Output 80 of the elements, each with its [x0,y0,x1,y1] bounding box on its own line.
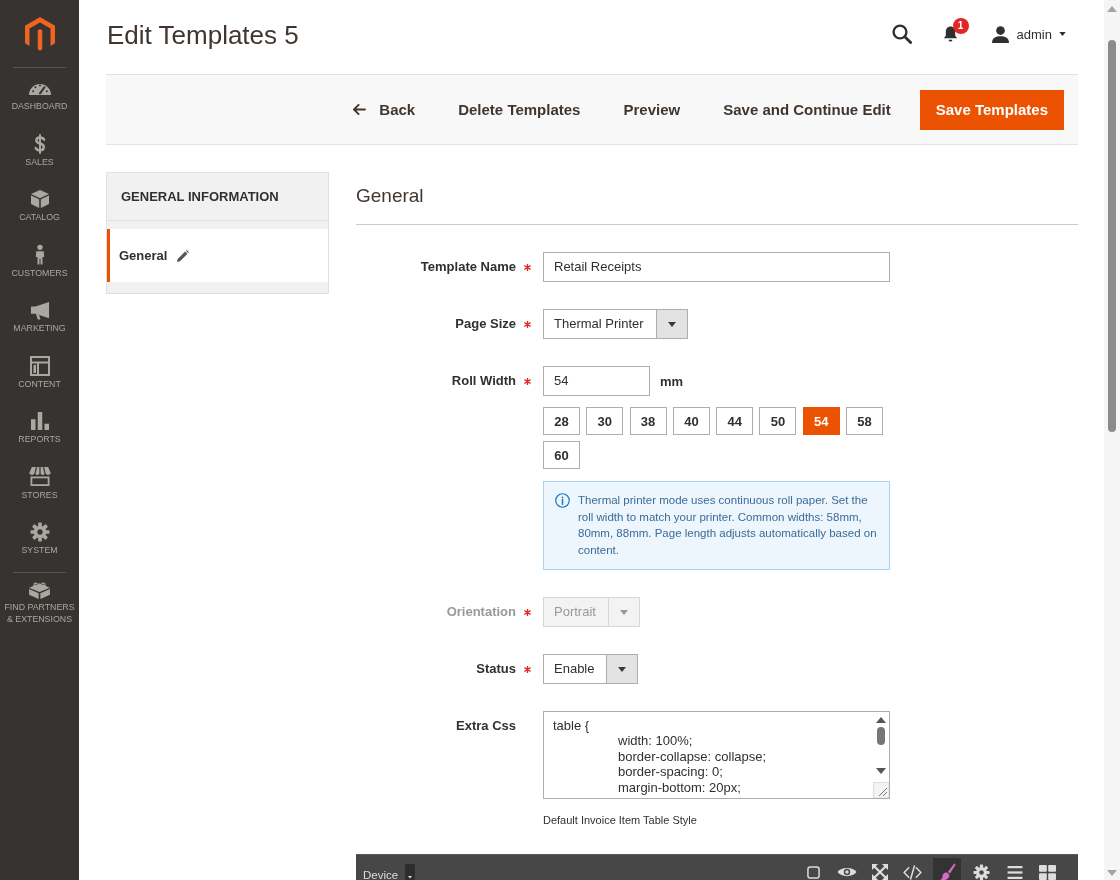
nav-item[interactable]: MARKETING [0,296,79,352]
nav-item[interactable]: REPORTS [0,407,79,463]
tab-group-title: GENERAL INFORMATION [107,173,328,221]
caret-icon [1059,32,1066,36]
notification-badge: 1 [952,17,969,34]
user-menu[interactable]: admin [990,25,1066,43]
resize-grip-icon[interactable] [873,782,889,798]
nav-item[interactable]: CONTENT [0,351,79,407]
menu-icon[interactable] [1006,865,1023,879]
section-title: General [356,172,1078,225]
search-icon[interactable] [891,24,912,44]
megaphone-icon [28,300,51,320]
gauge-icon [28,81,51,95]
width-option[interactable]: 40 [672,407,710,435]
storefront-icon [28,467,51,486]
scroll-down-icon[interactable] [875,768,886,774]
bell-icon[interactable] [942,25,958,43]
delete-button[interactable]: Delete Templates [444,89,595,130]
brush-icon [938,863,956,880]
dropdown-arrow-icon[interactable] [655,310,687,338]
select-field[interactable]: Enable [543,654,639,684]
field-label: Orientation [445,603,516,621]
scrollbar-thumb[interactable] [876,727,885,745]
eye-icon[interactable] [836,866,857,878]
save-continue-button[interactable]: Save and Continue Edit [709,89,905,130]
scroll-up-icon[interactable] [875,717,886,723]
info-icon [555,493,570,508]
info-text: Thermal printer mode uses continuous roll paper. Set the roll width to match your printer. Common widths: 58mm, 80mm, 88mm. Page length adjusts automatically based on content. [578,493,878,558]
text-field[interactable]: Retail Receipts [543,252,890,282]
save-button[interactable]: Save Templates [919,89,1064,130]
grid-icon[interactable] [1039,864,1056,880]
layout-icon [29,355,50,376]
expand-icon[interactable] [871,864,888,880]
text-field[interactable]: 54 [543,366,650,396]
width-option[interactable]: 58 [846,407,884,435]
css-textarea[interactable]: table { width: 100%; border-collapse: collapse; border-spacing: 0; margin-bottom: 20px; [543,711,890,799]
page-title: Edit Templates 5 [107,19,299,51]
user-icon [990,25,1010,43]
field-label: Template Name [419,258,516,276]
logo-icon[interactable] [24,17,55,52]
nav-item[interactable]: SYSTEM [0,518,79,574]
select-field[interactable]: Thermal Printer [543,309,688,339]
width-option[interactable]: 30 [586,407,624,435]
box-icon [30,190,49,208]
field-label: Status [475,660,516,678]
field-label: Roll Width [450,372,516,390]
nav-item[interactable]: FIND PARTNERS & EXTENSIONS [0,572,79,625]
nav-item[interactable]: CUSTOMERS [0,240,79,296]
caret-icon [405,864,416,880]
nav-item[interactable]: STORES [0,462,79,518]
nav-item[interactable]: SALES [0,129,79,185]
person-icon [34,244,45,265]
width-option[interactable]: 38 [629,407,667,435]
device-dropdown[interactable]: Device [363,864,416,880]
nav-item[interactable]: CATALOG [0,185,79,241]
tab[interactable]: General [107,229,328,282]
width-option[interactable]: 44 [716,407,754,435]
gear-icon [29,522,50,542]
page-scrollbar[interactable] [1104,0,1120,880]
width-option[interactable]: 50 [759,407,797,435]
code-icon[interactable] [903,864,922,880]
field-label: Extra Css [455,717,516,735]
gear-icon[interactable] [973,863,990,880]
width-option[interactable]: 60 [543,441,580,469]
width-option[interactable]: 28 [543,407,580,435]
field-label: Page Size [454,315,516,333]
scrollbar-thumb[interactable] [1108,40,1116,432]
dollar-icon [33,133,46,154]
tool-button[interactable] [933,858,961,880]
pencil-icon [177,249,190,262]
preview-button[interactable]: Preview [609,89,695,130]
back-button[interactable]: Back [339,89,430,130]
bar-chart-icon [30,412,49,430]
unit-label: mm [660,373,684,389]
field-hint: Default Invoice Item Table Style [543,813,698,827]
dropdown-arrow-icon[interactable] [606,655,638,683]
arrow-left-icon [353,104,367,115]
nav-item[interactable]: DASHBOARD [0,74,79,130]
width-option[interactable]: 54 [802,407,840,435]
square-icon[interactable] [807,865,820,879]
